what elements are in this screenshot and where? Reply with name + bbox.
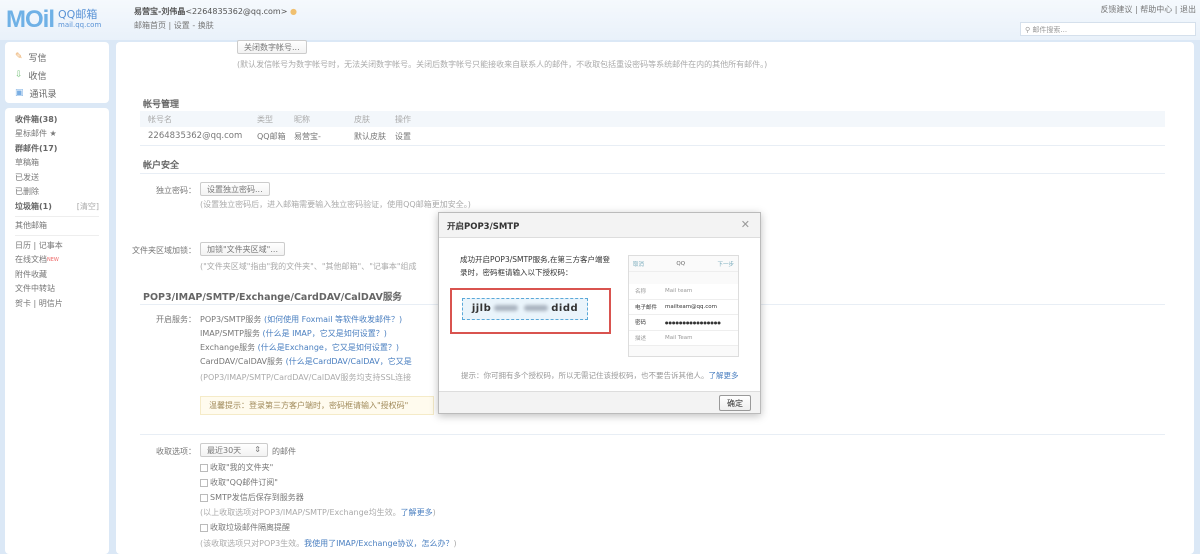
pencil-icon: ✎ <box>15 52 23 62</box>
receive-button[interactable]: ⇩ 收信 <box>15 66 99 84</box>
mail-search-input[interactable]: ⚲ 邮件搜索... <box>1020 22 1196 36</box>
compose-button[interactable]: ✎ 写信 <box>15 48 99 66</box>
pop3-help-link[interactable]: (如何使用 Foxmail 等软件收发邮件？) <box>264 315 402 324</box>
qq-mail-logo[interactable]: MOil QQ邮箱 mail.qq.com <box>6 6 101 34</box>
home-link[interactable]: 邮箱首页 <box>134 21 166 30</box>
recv-range-select[interactable]: 最近30天 ⇕ <box>200 443 268 457</box>
contacts-button[interactable]: ▣ 通讯录 <box>15 84 99 102</box>
spam-reminder-checkbox[interactable] <box>200 523 208 532</box>
client-setup-illustration: 取消 QQ 下一步 名称 Mail team 电子邮件 mailteam@qq.com … <box>628 255 739 357</box>
set-password-button[interactable]: 设置独立密码... <box>200 182 270 196</box>
divider <box>15 235 99 236</box>
info-icon[interactable]: ● <box>290 7 297 16</box>
dialog-message: 成功开启POP3/SMTP服务,在第三方客户端登录时，密码框请输入以下授权码： <box>460 255 610 277</box>
sidebar-folders: 收件箱(38) 星标邮件 ★ 群邮件(17) 草稿箱 已发送 已删除 垃圾箱(1… <box>5 108 109 554</box>
carddav-help-link[interactable]: (什么是CardDAV/CalDAV，它又是 <box>286 357 412 366</box>
dialog-title: 开启POP3/SMTP <box>447 222 520 232</box>
dialog-learn-more-link[interactable]: 了解更多 <box>709 371 739 380</box>
imap-help-link[interactable]: (什么是 IMAP，它又是如何设置？) <box>263 329 387 338</box>
warm-tip: 温馨提示：登录第三方客户端时，密码框请输入"授权码" <box>200 396 434 415</box>
recv-my-folders-checkbox[interactable] <box>200 463 208 472</box>
imap-exchange-help-link[interactable]: 我使用了IMAP/Exchange协议，怎么办？ <box>304 539 453 548</box>
folder-drafts[interactable]: 草稿箱 <box>15 156 99 171</box>
contacts-icon: ▣ <box>15 88 24 98</box>
inbox-download-icon: ⇩ <box>15 70 23 80</box>
attachments-link[interactable]: 附件收藏 <box>15 267 99 282</box>
recv-subscriptions-checkbox[interactable] <box>200 478 208 487</box>
header: MOil QQ邮箱 mail.qq.com 易营宝-刘伟晶<2264835362@… <box>0 0 1200 40</box>
online-docs-link[interactable]: 在线文档 <box>15 254 47 265</box>
learn-more-link[interactable]: 了解更多 <box>401 508 433 517</box>
auth-code[interactable]: jjlb didd <box>462 298 588 320</box>
folder-group[interactable]: 群邮件(17) <box>15 141 99 156</box>
redacted-code <box>524 305 549 311</box>
user-info: 易营宝-刘伟晶<2264835362@qq.com> ● 邮箱首页 | 设置 -… <box>134 7 297 30</box>
close-digit-account-button[interactable]: 关闭数字帐号... <box>237 40 307 54</box>
folder-starred[interactable]: 星标邮件 ★ <box>15 127 99 142</box>
sidebar-actions: ✎ 写信 ⇩ 收信 ▣ 通讯录 <box>5 42 109 103</box>
folder-inbox[interactable]: 收件箱(38) <box>15 112 99 127</box>
account-section-title: 帐号管理 <box>143 100 180 110</box>
help-link[interactable]: 帮助中心 <box>1140 5 1172 14</box>
skin-link[interactable]: 换肤 <box>198 21 214 30</box>
file-transfer-link[interactable]: 文件中转站 <box>15 282 99 297</box>
close-icon[interactable]: ✕ <box>741 218 750 231</box>
divider <box>15 215 99 217</box>
new-badge: NEW <box>47 256 59 263</box>
select-arrows-icon: ⇕ <box>254 445 261 454</box>
empty-spam-link[interactable]: [清空] <box>77 201 99 212</box>
service-section-title: POP3/IMAP/SMTP/Exchange/CardDAV/CalDAV服务 <box>143 292 402 303</box>
logout-link[interactable]: 退出 <box>1180 5 1196 14</box>
auth-code-highlight: jjlb didd <box>450 288 611 334</box>
settings-link[interactable]: 设置 <box>174 21 190 30</box>
folder-deleted[interactable]: 已删除 <box>15 185 99 200</box>
lock-folder-button[interactable]: 加锁"文件夹区域"... <box>200 242 285 256</box>
smtp-save-checkbox[interactable] <box>200 493 208 502</box>
ok-button[interactable]: 确定 <box>719 395 751 411</box>
feedback-link[interactable]: 反馈建议 <box>1100 5 1132 14</box>
cards-link[interactable]: 贺卡 | 明信片 <box>15 296 99 311</box>
top-links: 反馈建议 | 帮助中心 | 退出 <box>1100 5 1196 14</box>
redacted-code <box>494 305 519 311</box>
exchange-help-link[interactable]: (什么是Exchange，它又是如何设置？) <box>258 343 399 352</box>
folder-sent[interactable]: 已发送 <box>15 170 99 185</box>
account-settings-link[interactable]: 设置 <box>395 131 411 142</box>
security-section-title: 帐户安全 <box>143 161 180 171</box>
search-icon: ⚲ <box>1025 26 1031 34</box>
other-mailboxes[interactable]: 其他邮箱 <box>15 219 99 234</box>
calendar-notes-link[interactable]: 日历 | 记事本 <box>15 238 99 253</box>
pop3-smtp-dialog: 开启POP3/SMTP ✕ 成功开启POP3/SMTP服务,在第三方客户端登录时，… <box>438 212 761 414</box>
folder-spam[interactable]: 垃圾箱(1) <box>15 201 52 212</box>
